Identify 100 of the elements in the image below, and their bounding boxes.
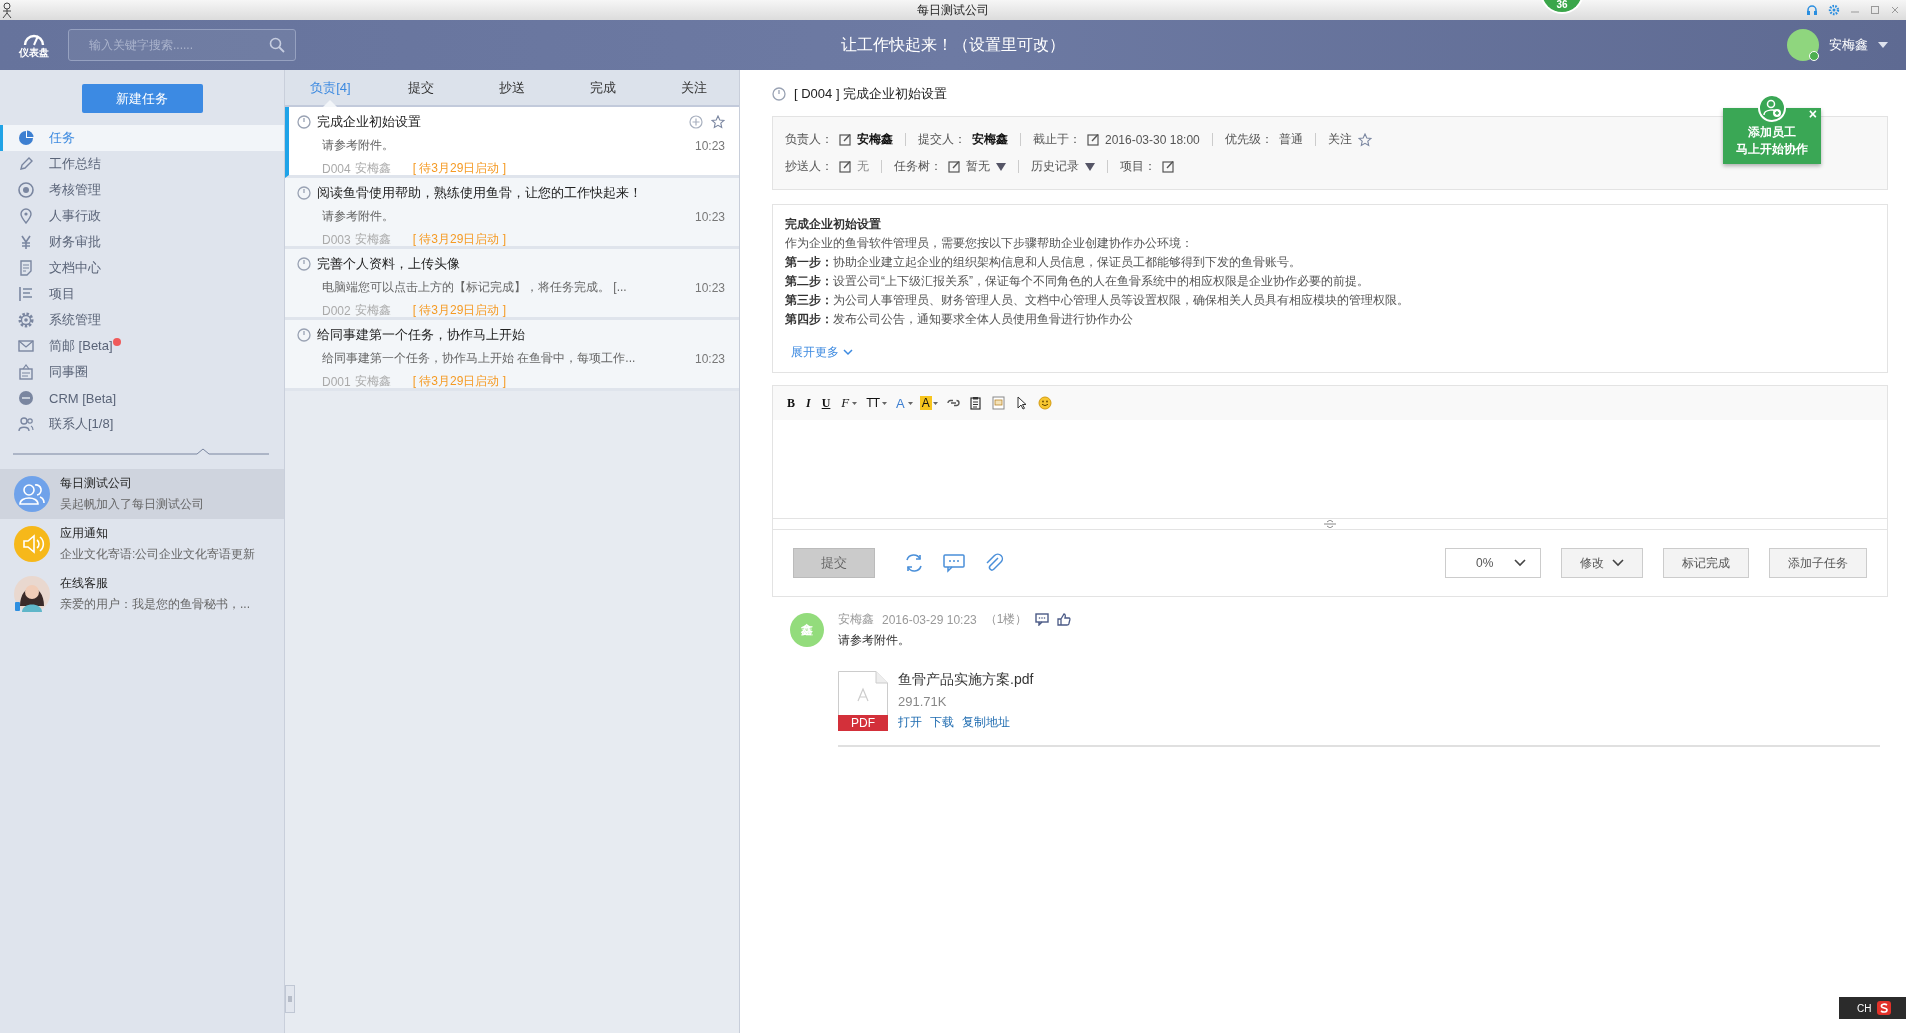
reply-icon[interactable] — [1035, 613, 1050, 626]
edit-icon[interactable] — [1162, 160, 1174, 173]
refresh-icon[interactable] — [903, 552, 925, 574]
expand-more-link[interactable]: 展开更多 — [791, 345, 853, 360]
sidebar-item[interactable]: 工作总结 — [0, 151, 284, 177]
logo-label[interactable]: 仪表盘 — [19, 45, 49, 60]
task-status: [ 待3月29日启动 ] — [412, 302, 507, 319]
resize-handle-icon[interactable] — [1324, 520, 1336, 528]
caret-icon[interactable] — [882, 401, 887, 405]
chevron-down-icon[interactable] — [1514, 559, 1526, 567]
star-icon[interactable] — [711, 115, 725, 129]
star-icon[interactable] — [1357, 132, 1372, 147]
dropdown-triangle-icon[interactable] — [996, 162, 1006, 171]
user-name[interactable]: 安梅鑫 — [1829, 36, 1868, 54]
color-button[interactable]: A — [894, 395, 907, 411]
popup-message[interactable]: 马上开始协作 — [1736, 141, 1808, 158]
add-user-icon[interactable] — [1758, 94, 1786, 122]
input-method-icon[interactable] — [1877, 1001, 1892, 1015]
task-title: 阅读鱼骨使用帮助，熟练使用鱼骨，让您的工作快起来！ — [317, 184, 642, 202]
meta-label: 截止于： — [1033, 131, 1081, 148]
chat-item[interactable]: 应用通知 企业文化寄语:公司企业文化寄语更新 — [0, 519, 284, 569]
edit-icon[interactable] — [839, 160, 851, 173]
sidebar-item[interactable]: 系统管理 — [0, 307, 284, 333]
caret-icon[interactable] — [932, 401, 938, 405]
group-avatar-icon — [14, 476, 50, 512]
tab[interactable]: 抄送 — [466, 70, 558, 105]
chevron-down-icon[interactable] — [1612, 559, 1624, 567]
description-heading: 完成企业初始设置 — [785, 217, 882, 232]
file-link[interactable]: 打开 — [898, 714, 922, 731]
tab[interactable]: 提交 — [375, 70, 467, 105]
sidebar-item[interactable]: 任务 — [0, 125, 284, 151]
sidebar-item[interactable]: 项目 — [0, 281, 284, 307]
input-language-label[interactable]: CH — [1857, 1002, 1872, 1014]
close-button[interactable]: × — [1808, 106, 1817, 123]
task-card[interactable]: 完成企业初始设置 请参考附件。 10:23 D004 安梅鑫 [ 待3月29日启动 ] — [285, 107, 739, 178]
submit-button[interactable]: 提交 — [793, 548, 875, 578]
tab[interactable]: 关注 — [648, 70, 739, 105]
user-avatar[interactable] — [1787, 29, 1819, 61]
bold-button[interactable]: B — [785, 395, 797, 411]
popup-message[interactable]: 添加员工 — [1748, 124, 1796, 141]
italic-button[interactable]: I — [804, 395, 813, 411]
sidebar-item[interactable]: 考核管理 — [0, 177, 284, 203]
sidebar-item[interactable]: 文档中心 — [0, 255, 284, 281]
caret-icon[interactable] — [1878, 42, 1888, 48]
task-summary: 请参考附件。 — [322, 137, 395, 154]
task-card[interactable]: 给同事建第一个任务，协作马上开始 给同事建第一个任务，协作马上开始 在鱼骨中，每项工作... 10:23 D001 安梅鑫 [ 待3月29日启动 ] — [285, 320, 739, 391]
action-button[interactable]: 标记完成 — [1663, 548, 1749, 578]
search-icon[interactable] — [269, 37, 285, 53]
action-button[interactable]: 添加子任务 — [1769, 548, 1867, 578]
meta-value: 无 — [857, 158, 869, 175]
highlight-button[interactable]: A — [919, 396, 932, 410]
tab[interactable]: 完成 — [557, 70, 649, 105]
description-line: 第一步：协助企业建立起企业的组织架构信息和人员信息，保证员工都能够得到下发的鱼骨账号。 — [785, 255, 1302, 270]
task-card[interactable]: 完善个人资料，上传头像 电脑端您可以点击上方的【标记完成】，将任务完成。 [... 10:23 D002 安梅鑫 [ 待3月29日启动 ] — [285, 249, 739, 320]
new-task-button[interactable]: 新建任务 — [81, 84, 203, 113]
caret-icon[interactable] — [852, 401, 858, 405]
collapse-handle-icon[interactable] — [285, 985, 295, 1013]
chat-item[interactable]: 在线客服 亲爱的用户：我是您的鱼骨秘书，... — [0, 569, 284, 619]
font-button[interactable]: F — [839, 395, 852, 411]
pencil-icon — [17, 155, 35, 173]
sidebar-item[interactable]: CRM [Beta] — [0, 385, 284, 411]
task-status: [ 待3月29日启动 ] — [412, 373, 507, 390]
meta-value: 2016-03-30 18:00 — [1105, 132, 1200, 147]
chat-bubble-icon[interactable] — [943, 552, 965, 574]
sidebar-item[interactable]: 同事圈 — [0, 359, 284, 385]
caret-icon[interactable] — [907, 401, 913, 405]
edit-icon[interactable] — [1087, 133, 1099, 146]
clock-icon — [297, 328, 311, 342]
settings-icon[interactable] — [1828, 4, 1840, 16]
dropdown-button[interactable]: 修改 — [1561, 548, 1643, 578]
comment-time: 2016-03-29 10:23 — [882, 612, 977, 627]
emoji-icon[interactable] — [1036, 395, 1053, 411]
size-button[interactable]: TT — [864, 396, 881, 410]
task-time: 10:23 — [694, 209, 725, 224]
task-card[interactable]: 阅读鱼骨使用帮助，熟练使用鱼骨，让您的工作快起来！ 请参考附件。 10:23 D003 安梅鑫 [ 待3月29日启动 ] — [285, 178, 739, 249]
clipboard-icon[interactable] — [967, 395, 984, 411]
task-title: 完成企业初始设置 — [317, 113, 421, 131]
chat-item[interactable]: 每日测试公司 吴起帆加入了每日测试公司 — [0, 469, 284, 519]
dropdown-triangle-icon[interactable] — [1085, 162, 1095, 171]
description-line: 第四步：发布公司公告，通知要求全体人员使用鱼骨进行协作办公 — [785, 312, 1134, 327]
file-link[interactable]: 下载 — [930, 714, 954, 731]
sidebar-item[interactable]: 人事行政 — [0, 203, 284, 229]
edit-icon[interactable] — [948, 160, 960, 173]
progress-dropdown[interactable]: 0% — [1445, 548, 1541, 578]
edit-icon[interactable] — [839, 133, 851, 146]
sidebar-item[interactable]: 联系人[1/8] — [0, 411, 284, 437]
sidebar-item[interactable]: 财务审批 — [0, 229, 284, 255]
task-heading: [ D004 ] 完成企业初始设置 — [794, 85, 948, 103]
underline-button[interactable]: U — [819, 395, 833, 411]
description-line: 第三步：为公司人事管理员、财务管理人员、文档中心管理人员等设置权限，确保相关人员具有相应模块的管理权限。 — [785, 293, 1410, 308]
slogan-text: 让工作快起来！（设置里可改） — [841, 35, 1065, 53]
file-link[interactable]: 复制地址 — [962, 714, 1010, 731]
sidebar-item[interactable]: 简邮 [Beta] — [0, 333, 284, 359]
follow-label[interactable]: 关注 — [1327, 131, 1352, 148]
meta-label: 项目： — [1120, 158, 1156, 175]
task-code: D004 — [322, 161, 351, 176]
thumbs-up-icon[interactable] — [1057, 613, 1072, 626]
headset-icon[interactable] — [1806, 4, 1818, 16]
meta-label: 抄送人： — [785, 158, 833, 175]
clock-icon — [297, 186, 311, 200]
